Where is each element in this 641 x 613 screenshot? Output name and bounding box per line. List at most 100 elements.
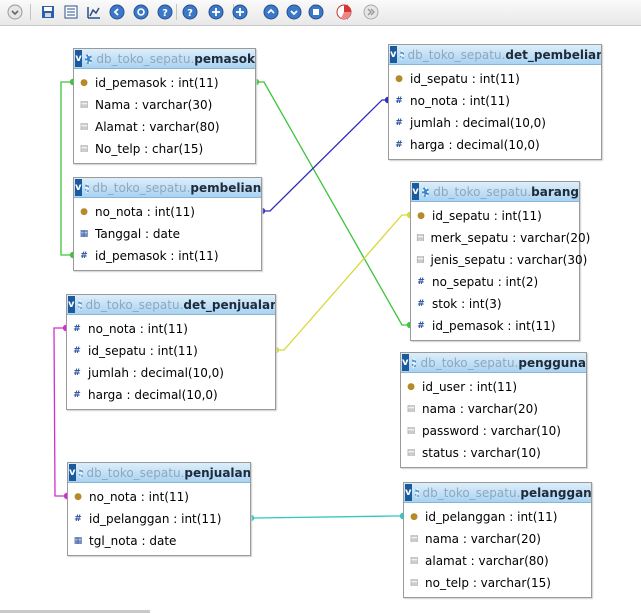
column-row[interactable]: ▤ nama : varchar(20) [401, 398, 586, 420]
table-header[interactable]: v db_toko_sepatu. pembelian [74, 178, 261, 198]
column-separator: : [505, 253, 518, 267]
column-row[interactable]: # id_pelanggan : int(11) [68, 508, 250, 530]
table-pembelian[interactable]: v db_toko_sepatu. pembelian ● no_nota : int(… [73, 177, 262, 271]
column-name: Alamat [95, 120, 138, 134]
database-name: db_toko_sepatu. [433, 184, 532, 199]
column-row[interactable]: # jumlah : decimal(10,0) [389, 112, 601, 134]
collapse-toggle-icon[interactable]: v [390, 46, 397, 63]
column-row[interactable]: # no_sepatu : int(2) [411, 271, 579, 293]
column-row[interactable]: ▤ no_telp : varchar(15) [404, 572, 591, 594]
collapse-toggle-icon[interactable]: v [69, 464, 76, 481]
move-icon[interactable] [207, 3, 225, 21]
move2-icon[interactable] [231, 3, 249, 21]
column-row[interactable]: # harga : decimal(10,0) [389, 134, 601, 156]
table-name: pemasok [194, 51, 255, 66]
table-header[interactable]: v db_toko_sepatu. penjualan [68, 463, 250, 483]
column-row[interactable]: # stok : int(3) [411, 293, 579, 315]
table-det_penjualan[interactable]: v db_toko_sepatu. det_penjualan # no_nota : … [66, 294, 276, 410]
table-det_pembelian[interactable]: v db_toko_sepatu. det_pembelian ● id_sepatu … [388, 44, 602, 160]
table-header[interactable]: v db_toko_sepatu. det_pembelian [389, 45, 601, 65]
column-separator: : [508, 231, 521, 245]
column-row[interactable]: # id_sepatu : int(11) [67, 340, 275, 362]
primary-key-icon: ● [395, 73, 403, 84]
export-icon[interactable] [62, 3, 80, 21]
column-name: id_pemasok [95, 249, 167, 263]
column-type: int(11) [147, 322, 188, 336]
column-type: int(11) [178, 249, 219, 263]
column-row[interactable]: ● id_user : int(11) [401, 376, 586, 398]
column-name: id_pemasok [95, 76, 167, 90]
text-field-icon: ▤ [416, 254, 425, 265]
table-penjualan[interactable]: v db_toko_sepatu. penjualan ● no_nota : int(… [67, 462, 251, 556]
arrow-left-icon[interactable] [108, 3, 126, 21]
pie-icon [336, 4, 352, 20]
column-row[interactable]: # jumlah : decimal(10,0) [67, 362, 275, 384]
table-pemasok[interactable]: v db_toko_sepatu. pemasok ● id_pemasok : int… [73, 48, 256, 164]
table-pelanggan[interactable]: v db_toko_sepatu. pelanggan ● id_pelanggan :… [403, 482, 592, 598]
column-type: decimal(10,0) [140, 366, 224, 380]
column-row[interactable]: ● no_nota : int(11) [74, 201, 261, 223]
column-row[interactable]: ● id_sepatu : int(11) [389, 68, 601, 90]
column-type: date [152, 227, 180, 241]
column-row[interactable]: # harga : decimal(10,0) [67, 384, 275, 406]
arrow-right-icon[interactable] [132, 3, 150, 21]
column-type: int(11) [178, 76, 219, 90]
column-row[interactable]: ▤ jenis_sepatu : varchar(30) [411, 249, 587, 271]
column-row[interactable]: ▦ tgl_nota : date [68, 530, 250, 552]
column-name: status [422, 446, 459, 460]
column-row[interactable]: ▤ password : varchar(10) [401, 420, 586, 442]
arrow-up-icon [263, 4, 279, 20]
column-type: varchar(30) [517, 253, 588, 267]
collapse-toggle-icon[interactable]: v [405, 484, 412, 501]
column-row[interactable]: ▦ Tanggal : date [74, 223, 261, 245]
help-icon[interactable]: ? [156, 3, 174, 21]
collapse-toggle-icon[interactable]: v [412, 183, 420, 200]
table-pengguna[interactable]: v db_toko_sepatu. pengguna ● id_user : int(1… [400, 352, 587, 468]
calendar-icon: ▦ [73, 535, 83, 546]
pie-icon[interactable] [335, 3, 353, 21]
column-name: jumlah [410, 116, 451, 130]
table-header[interactable]: v db_toko_sepatu. pengguna [401, 353, 586, 373]
column-row[interactable]: # no_nota : int(11) [67, 318, 275, 340]
table-header[interactable]: v db_toko_sepatu. det_penjualan [67, 295, 275, 315]
column-row[interactable]: ● no_nota : int(11) [68, 486, 250, 508]
arrow-up-icon[interactable] [262, 3, 280, 21]
save-icon[interactable] [39, 3, 57, 21]
column-row[interactable]: ▤ nama : varchar(20) [404, 528, 591, 550]
table-header[interactable]: v db_toko_sepatu. pelanggan [404, 483, 591, 503]
column-row[interactable]: # id_pemasok : int(11) [411, 315, 579, 337]
column-row[interactable]: ▤ alamat : varchar(80) [404, 550, 591, 572]
table-header[interactable]: v db_toko_sepatu. barang [411, 182, 579, 202]
table-name: det_penjualan [183, 297, 275, 312]
help2-icon[interactable]: ? [181, 3, 199, 21]
arrow-down-icon[interactable] [285, 3, 303, 21]
database-name: db_toko_sepatu. [85, 297, 184, 312]
chart-icon[interactable] [85, 3, 103, 21]
column-row[interactable]: ▤ No_telp : char(15) [74, 138, 255, 160]
toggle-icon[interactable] [6, 3, 24, 21]
column-row[interactable]: ● id_sepatu : int(11) [411, 205, 579, 227]
column-row[interactable]: # no_nota : int(11) [389, 90, 601, 112]
column-row[interactable]: ▤ merk_sepatu : varchar(20) [411, 227, 590, 249]
column-row[interactable]: # id_pemasok : int(11) [74, 245, 261, 267]
page-icon[interactable] [307, 3, 325, 21]
table-name: pengguna [518, 355, 586, 370]
help2-icon: ? [182, 4, 198, 20]
column-row[interactable]: ▤ Alamat : varchar(80) [74, 116, 255, 138]
help-icon: ? [157, 4, 173, 20]
collapse-toggle-icon[interactable]: v [75, 50, 83, 67]
column-row[interactable]: ● id_pelanggan : int(11) [404, 506, 591, 528]
column-separator: : [136, 490, 149, 504]
table-name: barang [531, 184, 579, 199]
column-type: varchar(20) [520, 231, 591, 245]
table-barang[interactable]: v db_toko_sepatu. barang ● id_sepatu : int(1… [410, 181, 590, 341]
column-row[interactable]: ▤ status : varchar(10) [401, 442, 586, 464]
column-row[interactable]: ▤ Nama : varchar(30) [74, 94, 255, 116]
column-separator: : [467, 72, 480, 86]
collapse-toggle-icon[interactable]: v [75, 179, 82, 196]
forward-icon[interactable] [362, 3, 380, 21]
collapse-toggle-icon[interactable]: v [402, 354, 409, 371]
column-row[interactable]: ● id_pemasok : int(11) [74, 72, 255, 94]
collapse-toggle-icon[interactable]: v [68, 296, 75, 313]
table-header[interactable]: v db_toko_sepatu. pemasok [74, 49, 255, 69]
